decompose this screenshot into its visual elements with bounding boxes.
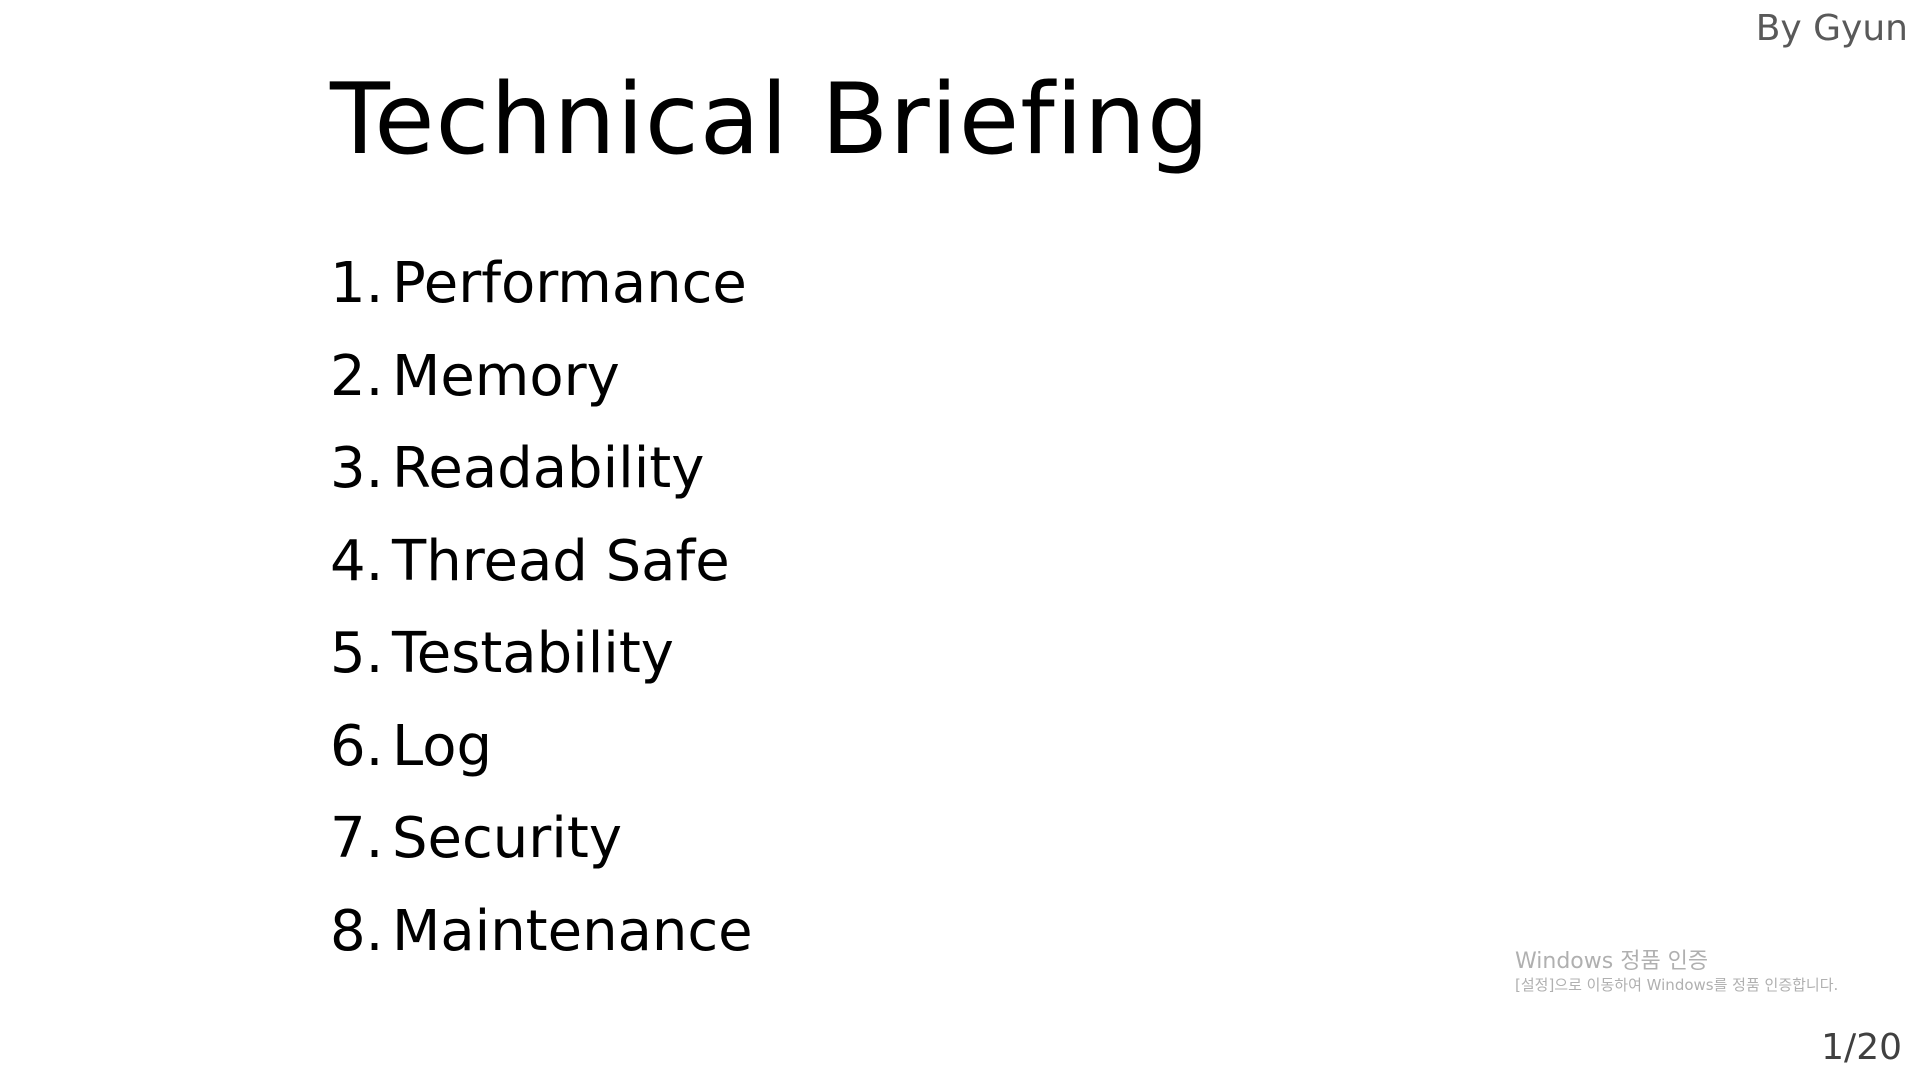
list-item: 5. Testability (330, 622, 753, 715)
list-item-number: 6. (330, 713, 384, 779)
watermark-title: Windows 정품 인증 (1515, 949, 1709, 974)
list-item: 7. Security (330, 807, 753, 900)
list-item-label: Readability (392, 436, 705, 501)
list-item: 4. Thread Safe (330, 528, 753, 623)
agenda-list: 1. Performance 2. Memory 3. Readability 4. T… (330, 252, 753, 992)
windows-activation-watermark: Windows 정품 인증 [설정]으로 이동하여 Windows를 정품 인증… (1515, 949, 1838, 995)
list-item-label: Performance (392, 251, 747, 316)
slide-title: Technical Briefing (330, 63, 1211, 177)
author-label: By Gyun (1755, 8, 1908, 49)
list-item-number: 3. (330, 436, 384, 501)
list-item-label: Testability (392, 621, 674, 686)
list-item-label: Memory (392, 343, 620, 409)
list-item: 6. Log (330, 713, 753, 808)
page-number: 1/20 (1821, 1027, 1902, 1068)
list-item: 8. Maintenance (330, 898, 753, 993)
list-item: 2. Memory (330, 343, 753, 438)
list-item-number: 7. (330, 806, 384, 871)
list-item-number: 2. (330, 343, 384, 409)
list-item: 1. Performance (330, 252, 753, 345)
watermark-subtitle: [설정]으로 이동하여 Windows를 정품 인증합니다. (1515, 976, 1839, 994)
list-item-label: Thread Safe (392, 528, 730, 594)
list-item-label: Maintenance (392, 898, 753, 964)
list-item-number: 5. (330, 621, 384, 686)
list-item: 3. Readability (330, 437, 753, 530)
list-item-label: Security (392, 806, 622, 871)
slide: By Gyun Technical Briefing 1. Performance… (0, 0, 1920, 1080)
list-item-number: 8. (330, 898, 384, 964)
list-item-number: 1. (330, 251, 384, 316)
list-item-label: Log (392, 713, 493, 779)
list-item-number: 4. (330, 528, 384, 594)
